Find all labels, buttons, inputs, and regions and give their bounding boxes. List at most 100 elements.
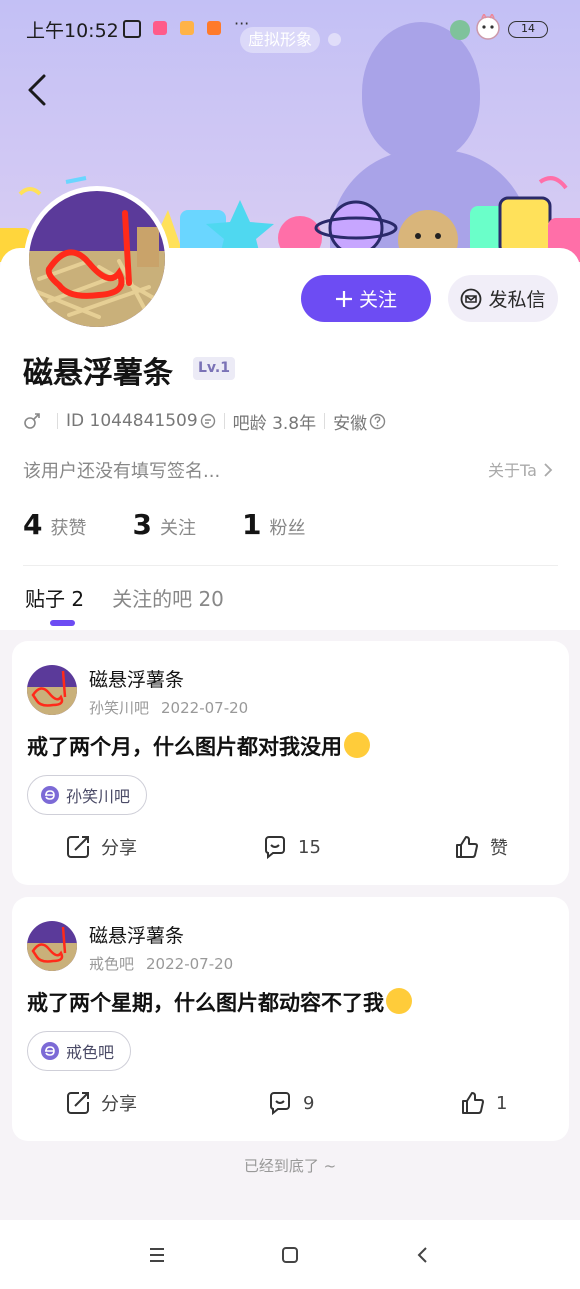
virtual-avatar-dot [328, 33, 341, 46]
comment-button[interactable]: 9 [267, 1083, 314, 1123]
stat-likes-label: 获赞 [50, 518, 87, 539]
user-stats: 4 获赞 3 关注 1 粉丝 [23, 508, 351, 548]
like-count: 1 [496, 1092, 508, 1114]
tab-followed-forums[interactable]: 关注的吧 20 [112, 583, 224, 612]
avatar-image [27, 921, 77, 971]
stat-likes[interactable]: 4 获赞 [23, 508, 86, 541]
menu-icon[interactable] [142, 1240, 172, 1270]
meta-separator [57, 413, 58, 429]
stat-fans-count: 1 [241, 508, 262, 541]
post-forum: 孙笑川吧 [89, 699, 150, 717]
comment-count: 15 [298, 836, 321, 858]
username: 磁悬浮薯条 [23, 356, 173, 391]
comment-button[interactable]: 15 [262, 827, 321, 867]
post-meta: 戒色吧 2022-07-20 [89, 953, 233, 974]
stat-following-label: 关注 [159, 518, 196, 539]
avatar-image [29, 191, 165, 327]
status-sticker-icon [450, 14, 500, 40]
back-arrow-icon[interactable] [22, 70, 54, 110]
forum-tag[interactable]: 戒色吧 [27, 1031, 132, 1071]
user-avatar[interactable] [24, 186, 170, 332]
virtual-avatar-label[interactable]: 虚拟形象 [240, 27, 321, 53]
thumbs-up-icon [462, 1092, 484, 1114]
post-actions: 分享 9 1 [12, 1083, 569, 1123]
post-date: 2022-07-20 [161, 699, 249, 717]
post-title-text: 戒了两个星期，什么图片都动容不了我 [27, 991, 384, 1015]
profile-tabs: 贴子 2 关注的吧 20 [25, 583, 224, 612]
follow-button-label: 关注 [358, 289, 397, 311]
grinning-sweat-emoji-icon [386, 988, 412, 1014]
app-notification-icon [153, 21, 167, 35]
like-button[interactable]: 1 [460, 1083, 507, 1123]
forum-tag-label: 戒色吧 [66, 1043, 115, 1062]
user-signature: 该用户还没有填写签名... [23, 461, 221, 482]
nav-back-icon[interactable] [408, 1240, 438, 1270]
location: 安徽 [333, 413, 368, 434]
about-link-label: 关于Ta [487, 461, 537, 480]
active-tab-indicator [50, 620, 75, 626]
chevron-right-icon [544, 463, 553, 477]
comment-count: 9 [303, 1092, 315, 1114]
forum-tag-label: 孙笑川吧 [66, 787, 131, 806]
post-meta: 孙笑川吧 2022-07-20 [89, 697, 248, 718]
post-author-name[interactable]: 磁悬浮薯条 [89, 921, 184, 948]
share-icon [67, 836, 89, 858]
male-icon [24, 413, 40, 429]
post-card[interactable]: 磁悬浮薯条 戒色吧 2022-07-20 戒了两个星期，什么图片都动容不了我 戒色… [12, 897, 569, 1141]
share-button[interactable]: 分享 [65, 827, 137, 867]
forum-icon [41, 786, 59, 804]
message-button-label: 发私信 [488, 289, 546, 311]
meta-separator [223, 413, 225, 429]
thumbs-up-icon [456, 836, 478, 858]
post-forum: 戒色吧 [89, 955, 135, 973]
share-label: 分享 [101, 838, 137, 859]
post-author-avatar[interactable] [27, 665, 77, 715]
share-icon [67, 1092, 89, 1114]
tab-posts[interactable]: 贴子 2 [25, 583, 84, 612]
stat-following[interactable]: 3 关注 [132, 508, 195, 541]
post-title[interactable]: 戒了两个月，什么图片都对我没用 [27, 731, 370, 761]
share-button[interactable]: 分享 [65, 1083, 137, 1123]
like-button[interactable]: 赞 [454, 827, 508, 867]
status-bar: 上午10:52 ··· 虚拟形象 14 [0, 0, 580, 58]
battery-indicator: 14 [508, 21, 548, 38]
divider [23, 565, 558, 566]
post-author-avatar[interactable] [27, 921, 77, 971]
home-square-icon[interactable] [275, 1240, 305, 1270]
post-author-name[interactable]: 磁悬浮薯条 [89, 665, 184, 692]
stat-following-count: 3 [132, 508, 152, 541]
mi-notification-icon [207, 21, 221, 35]
user-id: ID 1044841509 [66, 411, 198, 431]
stat-fans[interactable]: 1 粉丝 [242, 508, 305, 541]
stat-likes-count: 4 [23, 508, 43, 541]
share-label: 分享 [101, 1094, 137, 1115]
about-link[interactable]: 关于Ta [488, 457, 554, 481]
nfc-icon [123, 20, 141, 38]
forum-tag[interactable]: 孙笑川吧 [27, 775, 148, 815]
app-notification-icon-2 [180, 21, 194, 35]
like-count: 赞 [490, 838, 508, 859]
mail-icon [461, 288, 482, 309]
copy-id-icon[interactable] [200, 413, 216, 429]
level-badge: Lv.1 [193, 357, 235, 380]
avatar-image [27, 665, 77, 715]
end-of-list-note: 已经到底了 ~ [243, 1157, 337, 1175]
bar-age: 吧龄 3.8年 [232, 413, 317, 434]
message-button[interactable]: 发私信 [448, 275, 558, 322]
forum-icon [41, 1042, 59, 1060]
follow-button[interactable]: 关注 [301, 275, 431, 322]
post-actions: 分享 15 赞 [12, 827, 569, 867]
grinning-sweat-emoji-icon [344, 732, 370, 758]
post-title[interactable]: 戒了两个星期，什么图片都动容不了我 [27, 987, 412, 1017]
help-icon[interactable] [369, 413, 386, 430]
profile-meta-row: ID 1044841509 吧龄 3.8年 安徽 [23, 409, 386, 434]
plus-icon [335, 290, 352, 307]
system-navigation-bar [0, 1220, 580, 1289]
post-card[interactable]: 磁悬浮薯条 孙笑川吧 2022-07-20 戒了两个月，什么图片都对我没用 孙笑川… [12, 641, 569, 885]
status-time: 上午10:52 [26, 20, 119, 42]
post-title-text: 戒了两个月，什么图片都对我没用 [27, 735, 342, 759]
stat-fans-label: 粉丝 [269, 518, 306, 539]
meta-separator [324, 413, 326, 429]
comment-icon [270, 1092, 290, 1116]
comment-icon [265, 836, 285, 860]
